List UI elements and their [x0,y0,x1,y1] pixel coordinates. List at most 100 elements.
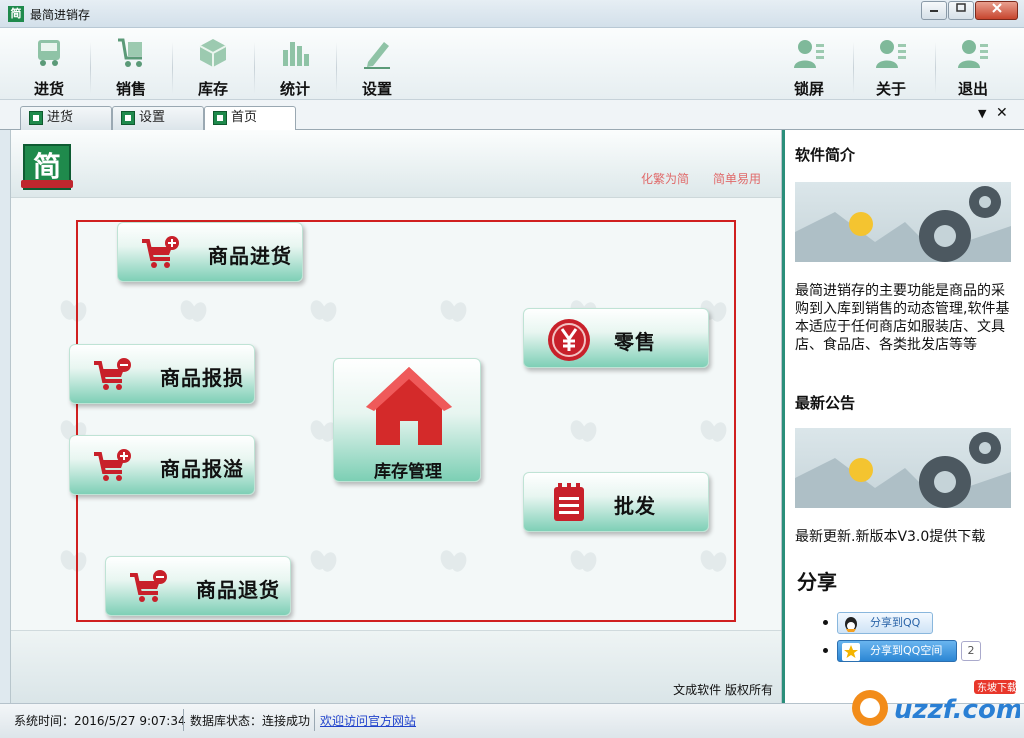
user-icon [956,36,990,70]
cart-remove-icon [92,357,132,393]
home-footer: 文成软件 版权所有 [11,630,781,703]
share-title: 分享 [797,570,837,594]
toolbar-separator [172,42,173,94]
notice-text: 最新更新.新版本V3.0提供下载 [795,529,986,545]
user-icon [792,36,826,70]
system-time: 系统时间：2016/5/27 9:07:34 [14,714,186,728]
toolbar-label: 锁屏 [793,80,824,98]
copyright-text: 文成软件 版权所有 [673,683,773,697]
notice-title: 最新公告 [795,394,856,412]
share-qzone-label: 分享到QQ空间 [870,644,943,657]
tab-purchase[interactable]: 进货 [20,106,112,130]
report-loss-button[interactable]: 商品报损 [69,344,255,404]
status-divider [183,709,184,731]
minimize-icon [930,10,938,12]
tab-label: 首页 [231,110,258,125]
logo-ribbon [21,180,73,188]
info-sidebar: 软件简介 最简进销存的主要功能是商品的采购到入库到销售的动态管理,软件基本适应于… [782,130,1024,703]
toolbar-exit-button[interactable]: 退出 [942,34,1004,98]
tab-label: 进货 [47,110,74,125]
toolbar-about-button[interactable]: 关于 [860,34,922,98]
button-label: 商品退货 [196,578,280,602]
share-qq-label: 分享到QQ [870,616,921,629]
official-site-link[interactable]: 欢迎访问官方网站 [320,712,422,729]
button-label: 库存管理 [374,462,442,482]
box-icon [196,36,230,70]
slogan-2: 简单易用 [713,172,762,186]
toolbar-separator [90,42,91,94]
toolbar-label: 销售 [115,80,146,98]
close-button[interactable] [975,1,1018,20]
site-watermark-logo: uzzf.com 东坡下载 [850,674,1023,734]
share-count-badge: 2 [961,641,981,661]
wholesale-button[interactable]: 批发 [523,472,709,532]
database-status: 数据库状态：连接成功 [190,714,311,728]
toolbar-settings-button[interactable]: 设置 [346,34,408,98]
tab-home[interactable]: 首页 [204,106,296,131]
share-qq-button[interactable]: 分享到QQ [837,612,933,634]
tab-settings[interactable]: 设置 [112,106,204,130]
inventory-management-button[interactable]: 库存管理 [333,358,481,482]
svg-text:uzzf.com: uzzf.com [894,695,1020,725]
button-label: 批发 [614,494,656,518]
intro-banner-image [795,182,1011,262]
report-overflow-button[interactable]: 商品报溢 [69,435,255,495]
app-icon: 简 [8,6,24,22]
toolbar-purchase-button[interactable]: 进货 [18,34,80,98]
retail-button[interactable]: 零售 [523,308,709,368]
tab-close-button[interactable]: ✕ [996,105,1008,121]
toolbar-separator [935,42,936,94]
tab-label: 设置 [139,110,166,125]
truck-icon [32,36,66,70]
svg-text:东坡下载: 东坡下载 [977,681,1017,694]
intro-title: 软件简介 [795,146,856,164]
toolbar-sales-button[interactable]: 销售 [100,34,162,98]
window-controls [920,1,1018,20]
toolbar-label: 设置 [361,80,392,98]
toolbar-separator [254,42,255,94]
toolbar-stats-button[interactable]: 统计 [264,34,326,98]
button-label: 商品报损 [160,366,244,390]
close-icon [991,3,1002,13]
qq-penguin-icon [845,617,857,632]
home-icon [364,363,454,449]
list-bullet [823,620,828,625]
title-bar: 简 最简进销存 [0,0,1024,28]
toolbar-label: 库存 [197,80,228,98]
home-header: 简 化繁为简 简单易用 [11,130,781,198]
toolbar-label: 关于 [875,80,906,98]
toolbar-separator [336,42,337,94]
maximize-button[interactable] [948,1,974,20]
share-qzone-button[interactable]: 分享到QQ空间 [837,640,957,662]
main-toolbar: 进货 销售 库存 统计 设置 锁屏 关于 退出 [0,28,1024,100]
purchase-goods-button[interactable]: 商品进货 [117,222,303,282]
status-divider [314,709,315,731]
minimize-button[interactable] [921,1,947,20]
tab-app-icon [213,111,227,125]
toolbar-label: 进货 [33,80,64,98]
cart-add-icon [92,448,132,484]
cart-add-icon [140,235,180,271]
button-label: 商品进货 [208,244,292,268]
window-title: 最简进销存 [30,8,91,22]
tab-dropdown-button[interactable]: ▼ [978,107,986,120]
button-label: 商品报溢 [160,457,244,481]
cart-icon [114,36,148,70]
slogan-1: 化繁为简 [641,172,690,186]
toolbar-lock-button[interactable]: 锁屏 [778,34,840,98]
toolbar-label: 退出 [957,80,988,98]
button-label: 零售 [614,330,656,354]
toolbar-label: 统计 [279,80,310,98]
cart-remove-icon [128,569,168,605]
toolbar-inventory-button[interactable]: 库存 [182,34,244,98]
notice-banner-image [795,428,1011,508]
tab-app-icon [29,111,43,125]
notepad-icon [550,481,590,525]
return-goods-button[interactable]: 商品退货 [105,556,291,616]
home-panel: 简 化繁为简 简单易用 商品进货 商品报损 商品报溢 商品退货 零售 批发 库存… [10,130,782,703]
qzone-star-icon [842,643,860,661]
intro-text: 最简进销存的主要功能是商品的采购到入库到销售的动态管理,软件基本适应于任何商店如… [795,283,1010,353]
list-bullet [823,648,828,653]
tab-bar: 进货 设置 首页 ▼ ✕ [0,100,1024,131]
tab-app-icon [121,111,135,125]
